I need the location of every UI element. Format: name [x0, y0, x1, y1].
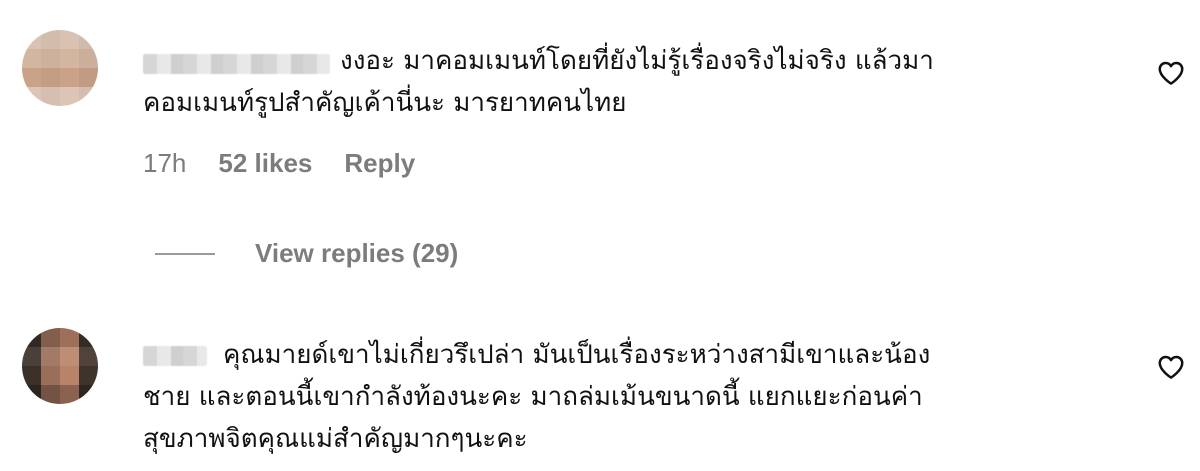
- likes-count[interactable]: 52 likes: [218, 148, 312, 179]
- replies-divider-line: [155, 252, 215, 255]
- reply-button[interactable]: Reply: [344, 148, 415, 179]
- comment-timestamp: 17h: [143, 148, 187, 178]
- comment-item: คุณมายด์เขาไม่เกี่ยวรึเปล่า มันเป็นเรื่อ…: [0, 328, 1200, 471]
- comment-item: งงอะ มาคอมเมนท์โดยที่ยังไม่รู้เรื่องจริง…: [0, 30, 1200, 270]
- comment-text: งงอะ มาคอมเมนท์โดยที่ยังไม่รู้เรื่องจริง…: [143, 46, 934, 118]
- heart-outline-icon[interactable]: [1156, 58, 1186, 88]
- view-replies-button[interactable]: View replies (29): [155, 238, 458, 269]
- comment-text: คุณมายด์เขาไม่เกี่ยวรึเปล่า มันเป็นเรื่อ…: [143, 340, 931, 454]
- avatar[interactable]: [22, 328, 98, 404]
- avatar[interactable]: [22, 30, 98, 106]
- heart-outline-icon[interactable]: [1156, 352, 1186, 382]
- view-replies-label: View replies (29): [255, 238, 459, 268]
- comment-meta: 17h 52 likes Reply: [143, 148, 447, 179]
